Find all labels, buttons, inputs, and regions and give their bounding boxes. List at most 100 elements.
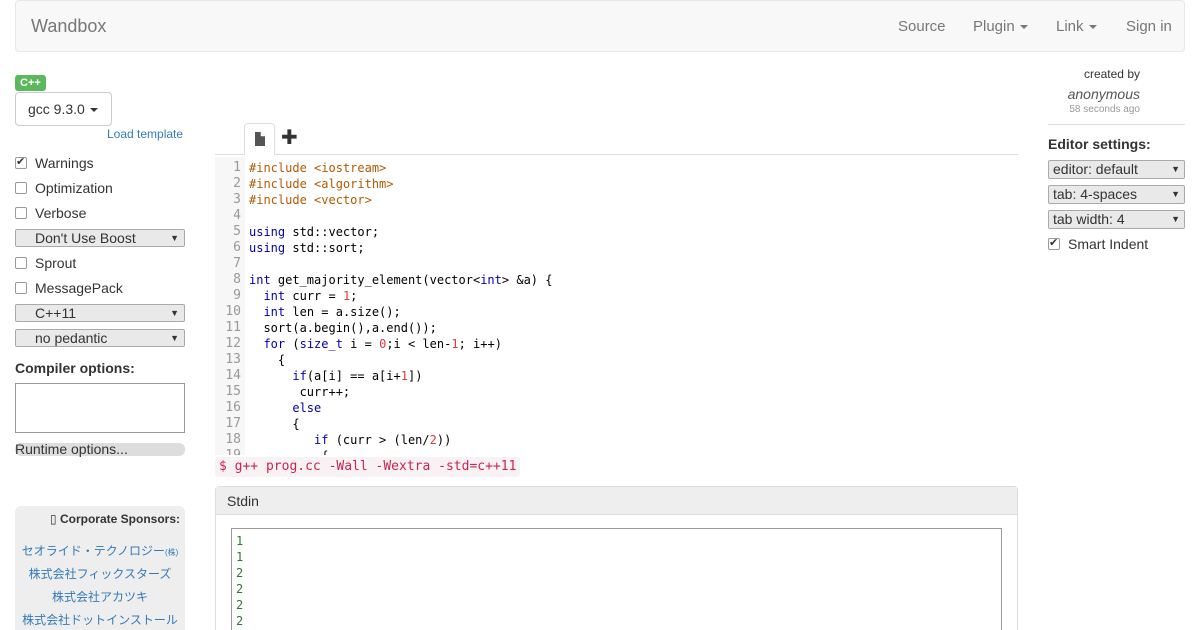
- std-select[interactable]: C++11 ▼: [15, 304, 185, 322]
- optimization-checkbox[interactable]: [15, 182, 27, 194]
- nav-source[interactable]: Source: [898, 18, 946, 35]
- code-text: int curr = 1;: [249, 288, 357, 304]
- code-text: #include <iostream>: [249, 160, 386, 176]
- code-token: int: [249, 273, 271, 287]
- compiler-options-textarea[interactable]: [15, 383, 185, 433]
- created-by-label: created by: [1083, 67, 1140, 81]
- verbose-option[interactable]: Verbose: [15, 204, 86, 222]
- divider: [1048, 124, 1185, 125]
- code-text: {: [249, 416, 300, 432]
- sponsors-panel: ▯ Corporate Sponsors: セオライド・テクノロジー(株) 株式…: [15, 506, 185, 630]
- warnings-option[interactable]: Warnings: [15, 154, 94, 172]
- stdin-textarea[interactable]: 1 1 2 2 2 2: [231, 528, 1002, 630]
- verbose-label: Verbose: [35, 205, 87, 221]
- brand-link[interactable]: Wandbox: [31, 16, 106, 37]
- chevron-down-icon: [1088, 25, 1097, 30]
- code-token: #include <vector>: [249, 193, 372, 207]
- load-template-link[interactable]: Load template: [107, 127, 183, 141]
- warnings-checkbox[interactable]: [15, 155, 27, 169]
- messagepack-checkbox[interactable]: [15, 282, 27, 294]
- line-number: 14: [225, 368, 241, 383]
- smart-indent-checkbox[interactable]: [1048, 236, 1060, 250]
- messagepack-option[interactable]: MessagePack: [15, 279, 123, 297]
- sponsor-link[interactable]: 株式会社フィックスターズ: [15, 565, 185, 582]
- nav-sign-in[interactable]: Sign in: [1126, 18, 1172, 35]
- sponsor-link[interactable]: セオライド・テクノロジー(株): [15, 542, 185, 559]
- pedantic-select-value: no pedantic: [35, 330, 108, 346]
- boost-select[interactable]: Don't Use Boost ▼: [15, 229, 185, 247]
- optimization-option[interactable]: Optimization: [15, 179, 113, 197]
- line-number: 4: [233, 208, 241, 223]
- editor-mode-select[interactable]: editor: default ▼: [1048, 160, 1185, 179]
- code-token: {: [249, 417, 300, 431]
- tab-type-value: tab: 4-spaces: [1053, 186, 1138, 202]
- sprout-option[interactable]: Sprout: [15, 254, 76, 272]
- sponsor-suffix: (株): [164, 548, 179, 557]
- language-badge: C++: [15, 75, 46, 91]
- sponsor-link[interactable]: 株式会社アカツキ: [15, 588, 185, 605]
- sponsor-icon: ▯: [50, 512, 60, 526]
- code-token: std::sort;: [285, 241, 365, 255]
- code-token: (a[i] == a[i+: [306, 369, 401, 383]
- created-time-ago: 58 seconds ago: [1069, 104, 1140, 115]
- line-number: 5: [233, 224, 241, 239]
- code-token: int: [263, 305, 286, 319]
- code-token: ;: [350, 289, 358, 303]
- code-text: using std::vector;: [249, 224, 379, 240]
- tab-width-select[interactable]: tab width: 4 ▼: [1048, 210, 1185, 229]
- pedantic-select[interactable]: no pedantic ▼: [15, 329, 185, 347]
- chevron-down-icon: [89, 108, 98, 113]
- code-token: curr++;: [249, 385, 351, 399]
- sprout-checkbox[interactable]: [15, 257, 27, 269]
- dropdown-arrow-icon: ▼: [1171, 189, 1180, 199]
- stdin-line: 2: [236, 566, 244, 580]
- command-line: $ g++ prog.cc -Wall -Wextra -std=c++11: [215, 457, 521, 477]
- tab-type-select[interactable]: tab: 4-spaces ▼: [1048, 185, 1185, 204]
- sponsor-name: 株式会社フィックスターズ: [28, 567, 172, 581]
- code-token: )): [436, 433, 452, 447]
- boost-select-value: Don't Use Boost: [35, 230, 136, 246]
- add-tab-icon[interactable]: ✚: [281, 127, 298, 149]
- code-token: using: [249, 225, 286, 239]
- chevron-down-icon: [1019, 25, 1028, 30]
- code-token: int: [480, 273, 502, 287]
- code-editor[interactable]: 1 #include <iostream> 2 #include <algorithm…: [215, 157, 1018, 455]
- code-token: 1: [451, 337, 459, 351]
- file-icon: [255, 132, 265, 146]
- line-number: 3: [233, 192, 241, 207]
- runtime-options-button[interactable]: Runtime options...: [15, 442, 185, 456]
- code-token: size_t: [299, 337, 343, 351]
- code-token: if: [314, 433, 329, 447]
- code-text: #include <vector>: [249, 192, 372, 208]
- line-number: 11: [225, 320, 241, 335]
- verbose-checkbox[interactable]: [15, 207, 27, 219]
- editor-mode-value: editor: default: [1053, 161, 1138, 177]
- stdin-line: 2: [236, 598, 244, 612]
- code-token: int: [263, 289, 286, 303]
- dropdown-arrow-icon: ▼: [170, 308, 179, 318]
- code-text: int len = a.size();: [249, 304, 400, 320]
- code-token: ; i++): [458, 337, 502, 351]
- sprout-label: Sprout: [35, 255, 77, 271]
- sponsor-name: 株式会社ドットインストール: [22, 613, 178, 627]
- sponsor-name: 株式会社アカツキ: [51, 590, 148, 604]
- editor-tab-bar: [215, 154, 1018, 155]
- warnings-label: Warnings: [35, 155, 94, 171]
- nav-plugin-dropdown[interactable]: Plugin: [973, 18, 1028, 35]
- code-text: {: [249, 448, 328, 455]
- smart-indent-option[interactable]: Smart Indent: [1048, 235, 1148, 253]
- tab-main-file[interactable]: [244, 123, 275, 155]
- sponsor-link[interactable]: 株式会社ドットインストール: [15, 611, 185, 628]
- code-token: (curr > (len/: [328, 433, 430, 447]
- stdin-panel: Stdin 1 1 2 2 2 2: [215, 486, 1018, 630]
- code-token: std::vector;: [285, 225, 380, 239]
- code-text: else: [249, 400, 321, 416]
- stdin-line: 2: [236, 614, 244, 628]
- compiler-select-button[interactable]: gcc 9.3.0: [15, 92, 112, 126]
- line-number: 12: [225, 336, 241, 351]
- nav-link-dropdown[interactable]: Link: [1056, 18, 1097, 35]
- code-token: get_majority_element(vector<: [270, 273, 481, 287]
